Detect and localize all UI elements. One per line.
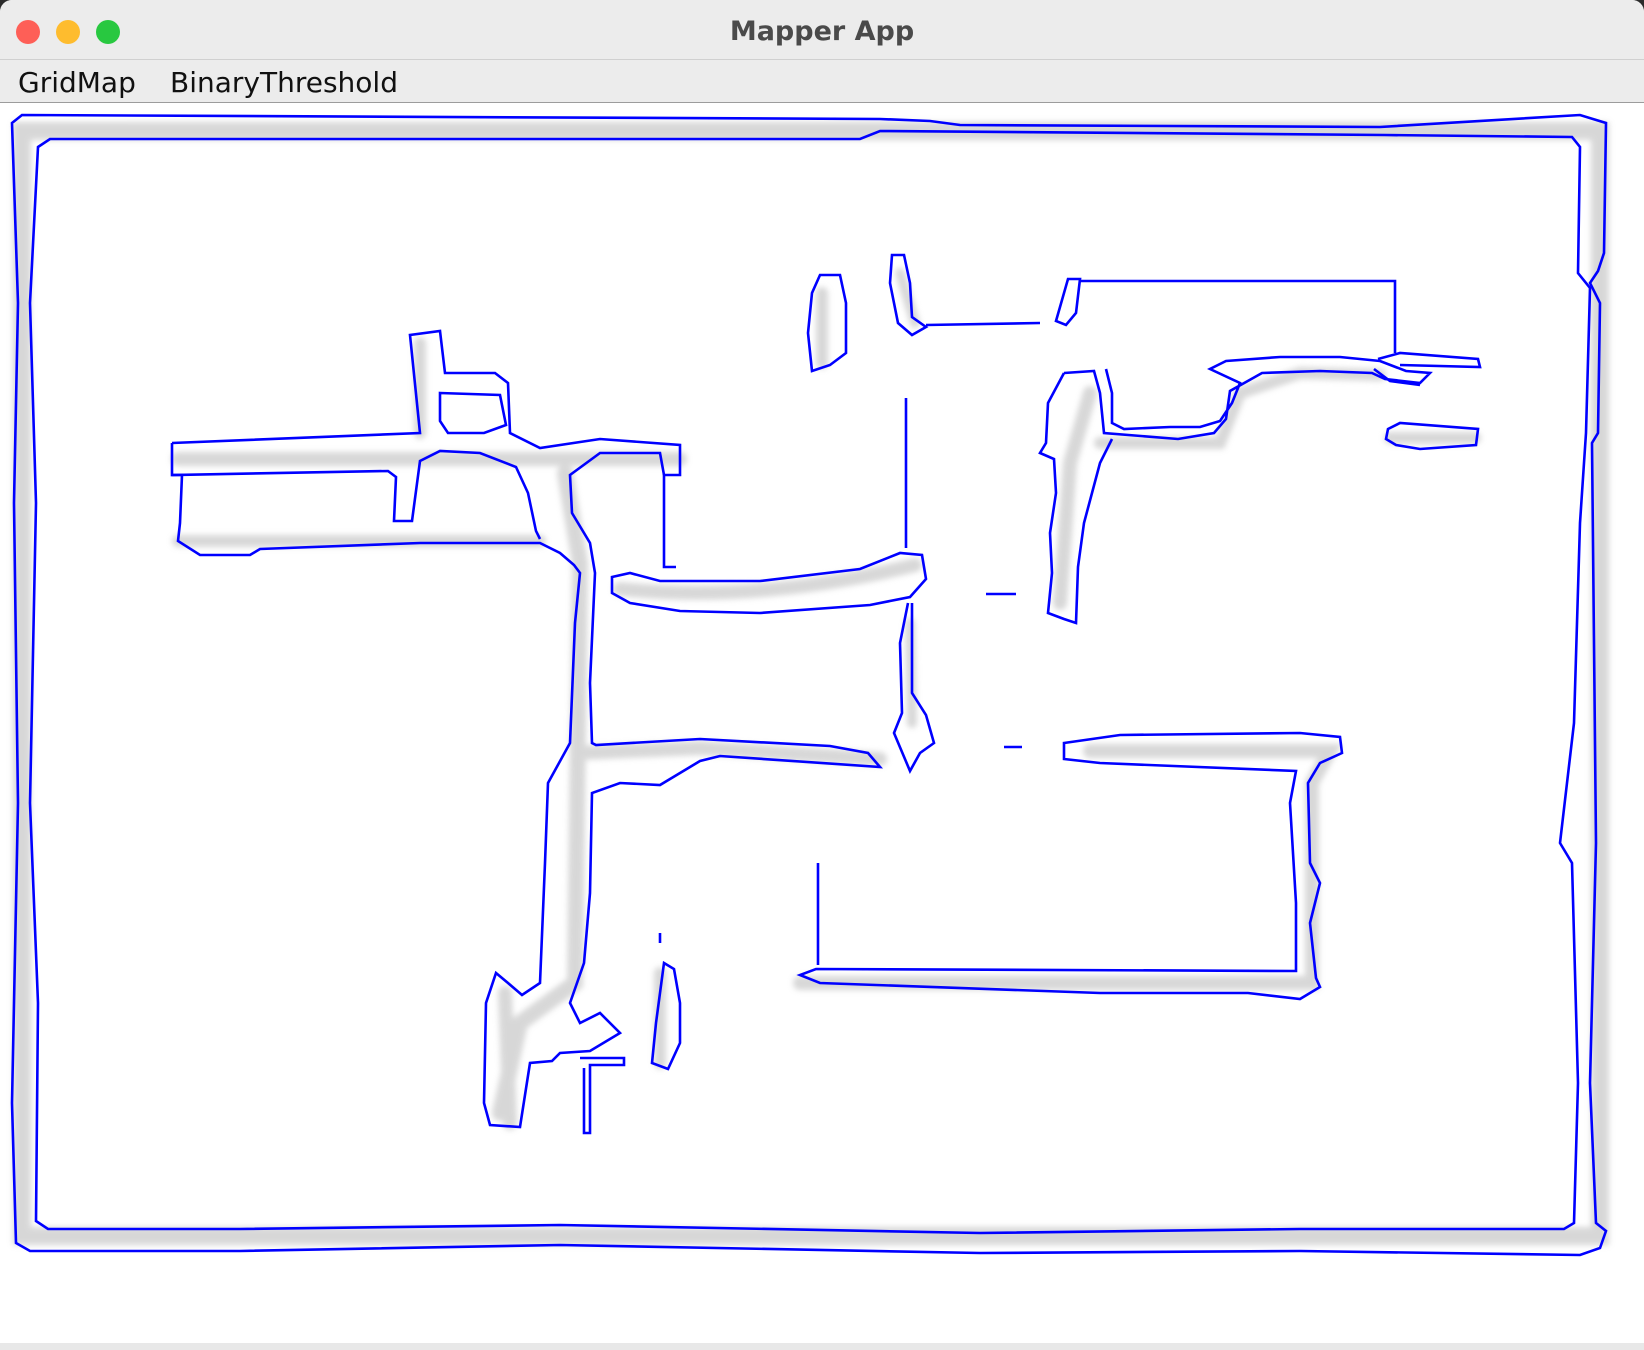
window-title: Mapper App	[729, 16, 915, 47]
title-bar[interactable]: Mapper App	[0, 0, 1644, 60]
obstacle-contours	[10, 113, 1608, 1257]
window-bottom-edge	[0, 1343, 1644, 1350]
menu-bar: GridMap BinaryThreshold	[0, 60, 1644, 103]
menu-binary-threshold[interactable]: BinaryThreshold	[170, 66, 398, 99]
menu-gridmap[interactable]: GridMap	[18, 66, 136, 99]
app-window: Mapper App GridMap BinaryThreshold	[0, 0, 1644, 1350]
occupancy-map	[10, 113, 1609, 1257]
map-canvas[interactable]	[0, 103, 1644, 1350]
